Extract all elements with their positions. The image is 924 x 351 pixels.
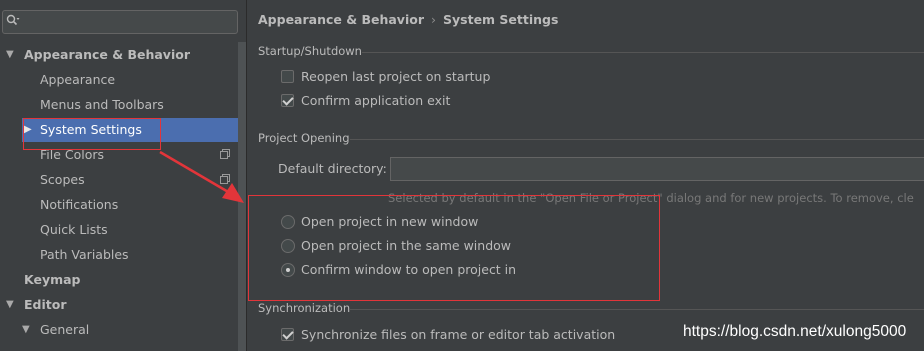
annotation-highlight-sidebar bbox=[23, 118, 161, 150]
breadcrumb-separator: › bbox=[431, 12, 436, 27]
checkbox-box[interactable] bbox=[281, 70, 294, 83]
sidebar-item-editor[interactable]: ▼ Editor bbox=[0, 293, 236, 317]
section-title-startup: Startup/Shutdown bbox=[258, 44, 362, 58]
checkbox-box[interactable] bbox=[281, 328, 294, 341]
sidebar-item-menus-toolbars[interactable]: Menus and Toolbars bbox=[0, 93, 236, 117]
section-divider bbox=[350, 309, 924, 310]
watermark-text: https://blog.csdn.net/xulong5000 bbox=[683, 323, 907, 340]
breadcrumb: Appearance & Behavior › System Settings bbox=[258, 12, 558, 27]
sidebar-item-appearance-behavior[interactable]: ▼ Appearance & Behavior bbox=[0, 43, 236, 67]
default-directory-input[interactable] bbox=[390, 157, 924, 181]
section-title-synchronization: Synchronization bbox=[258, 301, 351, 315]
chevron-down-icon: ▼ bbox=[6, 49, 14, 60]
section-divider bbox=[350, 139, 924, 140]
chevron-down-icon: ▼ bbox=[6, 299, 14, 310]
checkbox-box[interactable] bbox=[281, 94, 294, 107]
annotation-highlight-options bbox=[248, 195, 660, 301]
sidebar-item-general[interactable]: ▼ General bbox=[0, 318, 236, 342]
breadcrumb-parent[interactable]: Appearance & Behavior bbox=[258, 12, 424, 27]
default-directory-label: Default directory: bbox=[278, 161, 387, 176]
sidebar-item-appearance[interactable]: Appearance bbox=[0, 68, 236, 92]
chevron-down-icon: ▼ bbox=[22, 324, 30, 335]
sidebar-item-path-variables[interactable]: Path Variables bbox=[0, 243, 236, 267]
sidebar-item-keymap[interactable]: Keymap bbox=[0, 268, 236, 292]
breadcrumb-current: System Settings bbox=[443, 12, 559, 27]
annotation-arrow-icon bbox=[159, 150, 244, 203]
search-icon bbox=[6, 14, 20, 26]
search-input[interactable] bbox=[2, 10, 238, 34]
section-title-project-opening: Project Opening bbox=[258, 131, 350, 145]
section-divider bbox=[362, 52, 924, 53]
sidebar-item-quick-lists[interactable]: Quick Lists bbox=[0, 218, 236, 242]
